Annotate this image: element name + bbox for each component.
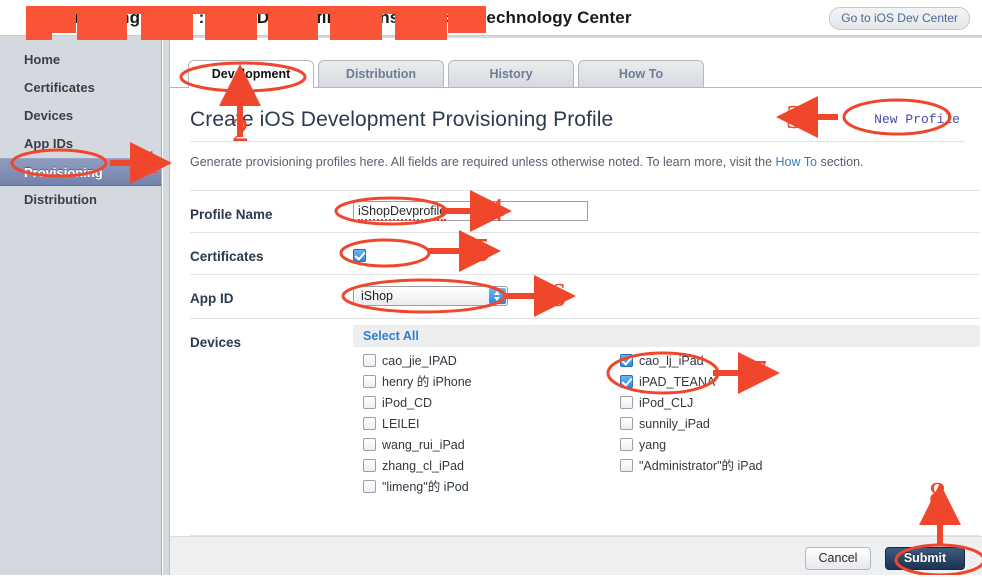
sidebar-item-app-ids[interactable]: App IDs bbox=[0, 130, 161, 158]
device-row[interactable]: sunnily_iPad bbox=[620, 414, 763, 435]
form-row-certificates: Certificates bbox=[190, 232, 980, 274]
device-row[interactable]: LEILEI bbox=[363, 414, 472, 435]
profile-name-value: iShopDevprofile bbox=[358, 204, 447, 221]
device-label: yang bbox=[639, 438, 667, 452]
device-checkbox[interactable] bbox=[620, 396, 633, 409]
device-row[interactable]: henry 的 iPhone bbox=[363, 372, 472, 393]
device-checkbox[interactable] bbox=[363, 396, 376, 409]
device-checkbox[interactable] bbox=[363, 459, 376, 472]
certificate-checkbox[interactable] bbox=[353, 249, 366, 262]
device-label: henry 的 iPhone bbox=[382, 375, 472, 389]
device-label: iPod_CD bbox=[382, 396, 433, 410]
main-area: Development Distribution History How To … bbox=[163, 36, 982, 575]
new-profile-link[interactable]: New Profile bbox=[874, 112, 960, 127]
sidebar-item-devices[interactable]: Devices bbox=[0, 102, 161, 130]
redaction-block bbox=[26, 6, 486, 14]
tab-how-to[interactable]: How To bbox=[578, 60, 704, 87]
device-row[interactable]: iPAD_TEANA bbox=[620, 372, 763, 393]
device-list-left: cao_jie_IPAD henry 的 iPhone iPod_CD LEIL… bbox=[363, 351, 472, 498]
select-all-link[interactable]: Select All bbox=[363, 329, 419, 343]
sidebar-item-label: Distribution bbox=[24, 192, 97, 207]
sidebar: Home Certificates Devices App IDs Provis… bbox=[0, 36, 162, 575]
profile-name-input[interactable]: iShopDevprofile bbox=[353, 201, 588, 221]
profile-name-control: iShopDevprofile bbox=[353, 201, 588, 221]
device-checkbox[interactable] bbox=[363, 354, 376, 367]
device-label: zhang_cl_iPad bbox=[382, 459, 465, 473]
go-to-ios-dev-center-button[interactable]: Go to iOS Dev Center bbox=[829, 7, 970, 30]
device-row[interactable]: "limeng"的 iPod bbox=[363, 477, 472, 498]
device-list-right: cao_lj_iPad iPAD_TEANA iPod_CLJ sunnily_… bbox=[620, 351, 763, 477]
certificate-name-redacted bbox=[370, 249, 456, 261]
device-checkbox[interactable] bbox=[620, 459, 633, 472]
content-panel: Development Distribution History How To … bbox=[169, 38, 982, 575]
tab-label: How To bbox=[618, 67, 664, 81]
devices-header-band: Select All bbox=[353, 325, 980, 347]
tab-label: Distribution bbox=[345, 67, 417, 81]
tab-strip: Development Distribution History How To bbox=[170, 60, 982, 88]
description-text-after: section. bbox=[816, 155, 864, 169]
stepper-arrows-icon[interactable] bbox=[489, 288, 506, 304]
device-label: sunnily_iPad bbox=[639, 417, 710, 431]
device-label: cao_jie_IPAD bbox=[382, 354, 457, 368]
device-row[interactable]: wang_rui_iPad bbox=[363, 435, 472, 456]
app-id-selected-value: iShop bbox=[361, 289, 393, 303]
sidebar-item-provisioning[interactable]: Provisioning bbox=[0, 158, 161, 186]
device-label: "limeng"的 iPod bbox=[382, 480, 469, 494]
sidebar-item-label: App IDs bbox=[24, 136, 74, 151]
active-tab-connector bbox=[189, 87, 313, 89]
device-label: wang_rui_iPad bbox=[382, 438, 465, 452]
device-checkbox[interactable] bbox=[620, 417, 633, 430]
tab-development[interactable]: Development bbox=[188, 60, 314, 87]
devices-label: Devices bbox=[190, 335, 242, 350]
sidebar-item-label: Certificates bbox=[24, 80, 95, 95]
device-checkbox[interactable] bbox=[363, 417, 376, 430]
tab-distribution[interactable]: Distribution bbox=[318, 60, 444, 87]
device-row[interactable]: cao_jie_IPAD bbox=[363, 351, 472, 372]
certificates-label: Certificates bbox=[190, 249, 264, 264]
description-text-before: Generate provisioning profiles here. All… bbox=[190, 155, 776, 169]
device-checkbox[interactable] bbox=[620, 375, 633, 388]
profile-name-label: Profile Name bbox=[190, 207, 273, 222]
form-row-devices: Devices Select All cao_jie_IPAD henry 的 … bbox=[190, 318, 980, 536]
how-to-link[interactable]: How To bbox=[776, 155, 817, 169]
device-label: "Administrator"的 iPad bbox=[639, 459, 763, 473]
tab-label: History bbox=[489, 67, 533, 81]
device-row[interactable]: zhang_cl_iPad bbox=[363, 456, 472, 477]
form-row-app-id: App ID iShop bbox=[190, 274, 980, 318]
footer-bar: Cancel Submit bbox=[170, 537, 982, 575]
sidebar-item-home[interactable]: Home bbox=[0, 46, 161, 74]
device-row[interactable]: yang bbox=[620, 435, 763, 456]
device-checkbox[interactable] bbox=[363, 480, 376, 493]
device-row[interactable]: "Administrator"的 iPad bbox=[620, 456, 763, 477]
device-checkbox[interactable] bbox=[363, 438, 376, 451]
device-label: iPAD_TEANA bbox=[639, 375, 716, 389]
device-row[interactable]: iPod_CD bbox=[363, 393, 472, 414]
certificates-control bbox=[353, 247, 456, 265]
title-divider bbox=[190, 141, 965, 142]
tab-history[interactable]: History bbox=[448, 60, 574, 87]
submit-button[interactable]: Submit bbox=[885, 547, 965, 570]
device-row[interactable]: cao_lj_iPad bbox=[620, 351, 763, 372]
sidebar-item-label: Home bbox=[24, 52, 61, 67]
page-description: Generate provisioning profiles here. All… bbox=[190, 155, 864, 169]
sidebar-item-distribution[interactable]: Distribution bbox=[0, 186, 161, 214]
cancel-button[interactable]: Cancel bbox=[805, 547, 871, 570]
device-row[interactable]: iPod_CLJ bbox=[620, 393, 763, 414]
app-id-select[interactable]: iShop bbox=[353, 286, 508, 306]
device-label: cao_lj_iPad bbox=[639, 354, 704, 368]
device-label: LEILEI bbox=[382, 417, 420, 431]
page-title: Create iOS Development Provisioning Prof… bbox=[190, 108, 614, 131]
device-checkbox[interactable] bbox=[363, 375, 376, 388]
app-id-label: App ID bbox=[190, 291, 234, 306]
sidebar-item-label: Provisioning bbox=[24, 165, 103, 180]
app-id-control: iShop bbox=[353, 286, 508, 306]
device-label: iPod_CLJ bbox=[639, 396, 694, 410]
form-row-profile-name: Profile Name iShopDevprofile bbox=[190, 190, 980, 232]
sidebar-item-label: Devices bbox=[24, 108, 74, 123]
device-checkbox[interactable] bbox=[620, 354, 633, 367]
tab-label: Development bbox=[211, 67, 291, 81]
device-checkbox[interactable] bbox=[620, 438, 633, 451]
sidebar-item-certificates[interactable]: Certificates bbox=[0, 74, 161, 102]
